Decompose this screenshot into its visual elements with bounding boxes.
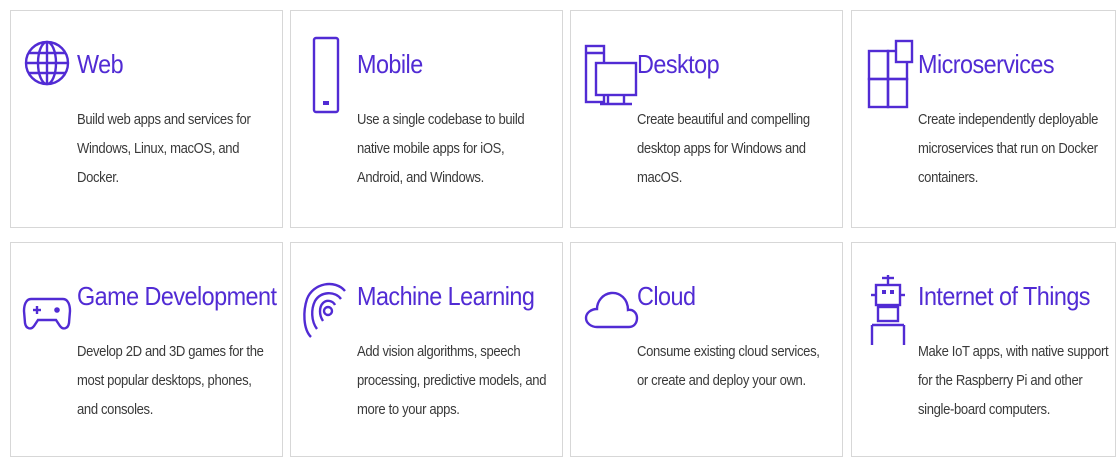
globe-icon — [21, 35, 73, 91]
gamepad-icon — [21, 289, 73, 333]
card-microservices[interactable]: Microservices Create independently deplo… — [851, 10, 1116, 228]
card-description: Add vision algorithms, speech processing… — [357, 343, 547, 418]
card-description: Build web apps and services for Windows,… — [77, 111, 251, 186]
card-desktop[interactable]: Desktop Create beautiful and compelling … — [570, 10, 843, 228]
card-description: Use a single codebase to build native mo… — [357, 111, 525, 186]
card-description: Make IoT apps, with native support for t… — [918, 343, 1109, 418]
card-title: Cloud — [637, 281, 696, 311]
robot-icon — [868, 273, 908, 355]
card-description: Develop 2D and 3D games for the most pop… — [77, 343, 264, 418]
card-title: Mobile — [357, 49, 423, 79]
card-title: Desktop — [637, 49, 720, 79]
card-title: Game Development — [77, 281, 277, 311]
card-title: Microservices — [918, 49, 1055, 79]
card-mobile[interactable]: Mobile Use a single codebase to build na… — [290, 10, 563, 228]
card-machine-learning[interactable]: Machine Learning Add vision algorithms, … — [290, 242, 563, 457]
card-game-development[interactable]: Game Development Develop 2D and 3D games… — [10, 242, 283, 457]
card-description: Create independently deployable microser… — [918, 111, 1099, 186]
card-title: Machine Learning — [357, 281, 535, 311]
card-internet-of-things[interactable]: Internet of Things Make IoT apps, with n… — [851, 242, 1116, 457]
microservices-icon — [866, 39, 920, 111]
mobile-phone-icon — [311, 35, 341, 115]
card-web[interactable]: Web Build web apps and services for Wind… — [10, 10, 283, 228]
cloud-icon — [583, 283, 639, 331]
card-description: Consume existing cloud services, or crea… — [637, 343, 820, 389]
machine-learning-icon — [301, 273, 349, 341]
desktop-icon — [583, 43, 639, 109]
app-types-grid: Web Build web apps and services for Wind… — [0, 0, 1116, 457]
card-title: Internet of Things — [918, 281, 1091, 311]
card-description: Create beautiful and compelling desktop … — [637, 111, 810, 186]
card-cloud[interactable]: Cloud Consume existing cloud services, o… — [570, 242, 843, 457]
card-title: Web — [77, 49, 124, 79]
